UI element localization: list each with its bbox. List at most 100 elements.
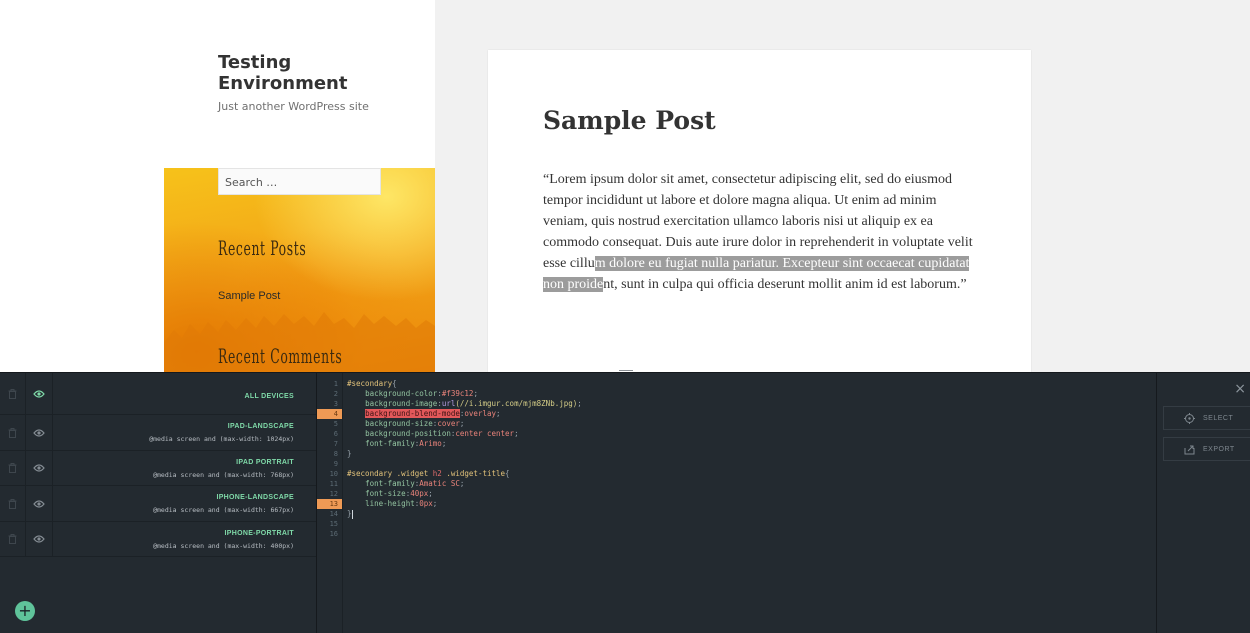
css-selector: #secondary [347, 379, 393, 388]
code-line[interactable] [347, 459, 582, 469]
add-device-button[interactable]: + [15, 601, 35, 621]
recent-posts-title: Recent Posts [218, 236, 307, 260]
semicolon: ; [473, 389, 478, 398]
line-number: 1 [333, 380, 338, 388]
css-value: center center [455, 429, 515, 438]
eye-icon[interactable] [26, 522, 53, 556]
device-row-ipad-landscape[interactable]: IPAD-LANDSCAPE @media screen and (max-wi… [0, 415, 316, 451]
eye-icon[interactable] [26, 373, 53, 414]
export-button-label: EXPORT [1203, 445, 1235, 453]
line-number: 12 [329, 490, 338, 498]
trash-icon[interactable] [0, 415, 26, 450]
trash-icon[interactable] [0, 373, 26, 414]
post-text-after: nt, sunt in culpa qui officia deserunt m… [603, 277, 967, 292]
css-value: 0px [419, 499, 433, 508]
semicolon: ; [496, 409, 501, 418]
device-name: IPHONE-PORTRAIT [224, 530, 294, 537]
site-title[interactable]: Testing Environment [218, 52, 418, 94]
code-lines[interactable]: #secondary{ background-color:#f39c12; ba… [347, 379, 582, 539]
css-value: url [441, 399, 456, 408]
post-body: “Lorem ipsum dolor sit amet, consectetur… [543, 169, 983, 295]
eye-icon[interactable] [26, 451, 53, 485]
recent-post-link[interactable]: Sample Post [218, 290, 280, 302]
code-line[interactable]: line-height:0px; [347, 499, 582, 509]
css-tag: h2 [432, 469, 442, 478]
device-row-all-devices[interactable]: ALL DEVICES [0, 373, 316, 415]
search-input[interactable]: Search … [218, 168, 381, 195]
post-card: Sample Post “Lorem ipsum dolor sit amet,… [488, 50, 1031, 372]
code-line[interactable] [347, 529, 582, 539]
css-value: cover [437, 419, 460, 428]
trash-icon[interactable] [0, 522, 26, 556]
css-property: line-height [365, 499, 415, 508]
semicolon: ; [459, 419, 465, 428]
app-root: Testing Environment Just another WordPre… [0, 0, 1250, 633]
line-number: 7 [333, 440, 338, 448]
trash-icon[interactable] [0, 451, 26, 485]
secondary-widget-area[interactable]: Search … Recent Posts Sample Post Recent… [164, 168, 435, 372]
css-value: 40px [410, 489, 429, 498]
css-property: font-family [365, 439, 415, 448]
line-number: 8 [333, 450, 338, 458]
code-line[interactable]: background-position:center center; [347, 429, 582, 439]
trash-icon[interactable] [0, 486, 26, 521]
line-number: 11 [329, 480, 338, 488]
code-line[interactable]: font-family:Amatic SC; [347, 479, 582, 489]
close-icon[interactable]: × [1234, 381, 1246, 397]
device-name: IPHONE-LANDSCAPE [216, 494, 294, 501]
site-preview: Testing Environment Just another WordPre… [0, 0, 1250, 372]
post-title[interactable]: Sample Post [543, 106, 716, 135]
semicolon: ; [514, 429, 519, 438]
export-icon [1184, 445, 1195, 454]
semicolon: ; [441, 439, 447, 448]
select-button-label: SELECT [1203, 414, 1234, 422]
device-name: IPAD PORTRAIT [236, 459, 294, 466]
line-number: 4 [317, 409, 342, 419]
code-line[interactable]: font-size:40px; [347, 489, 582, 499]
line-number: 10 [329, 470, 338, 478]
code-line[interactable]: } [347, 449, 582, 459]
css-editor-panel: ALL DEVICES IPAD-LANDSCAPE @media screen… [0, 370, 1250, 633]
device-media-query: @media screen and (max-width: 768px) [153, 471, 294, 479]
line-number: 15 [329, 520, 338, 528]
css-value: Amatic SC [419, 479, 460, 488]
code-line[interactable]: font-family:Arimo; [347, 439, 582, 449]
semicolon: ; [577, 399, 582, 408]
css-property: background-position [365, 429, 451, 438]
device-row-ipad-portrait[interactable]: IPAD PORTRAIT @media screen and (max-wid… [0, 451, 316, 486]
site-description: Just another WordPress site [218, 100, 369, 113]
code-editor[interactable]: 1 2 3 4 5 6 7 8 9 10 11 12 13 14 15 16 #secondary{ back… [316, 373, 1156, 633]
line-number: 2 [333, 390, 338, 398]
device-media-query: @media screen and (max-width: 1024px) [149, 435, 294, 443]
line-number: 16 [329, 530, 338, 538]
code-line[interactable]: background-color:#f39c12; [347, 389, 582, 399]
css-selector: #secondary .widget [347, 469, 429, 478]
crosshair-icon [1184, 412, 1195, 424]
code-line[interactable]: #secondary{ [347, 379, 582, 389]
brace: { [505, 469, 510, 478]
export-button[interactable]: EXPORT [1163, 437, 1250, 461]
device-media-query: @media screen and (max-width: 400px) [153, 542, 294, 550]
css-property: background-blend-mode [365, 409, 460, 418]
device-row-iphone-landscape[interactable]: IPHONE-LANDSCAPE @media screen and (max-… [0, 486, 316, 522]
eye-icon[interactable] [26, 415, 53, 450]
line-number: 3 [333, 400, 338, 408]
eye-icon[interactable] [26, 486, 53, 521]
code-line[interactable]: } [347, 509, 582, 519]
code-line[interactable]: background-image:url(//i.imgur.com/mjm8Z… [347, 399, 582, 409]
line-number: 5 [333, 420, 338, 428]
code-line[interactable]: background-blend-mode:overlay; [347, 409, 582, 419]
select-button[interactable]: SELECT [1163, 406, 1250, 430]
code-line[interactable]: #secondary .widget h2 .widget-title{ [347, 469, 582, 479]
device-name: ALL DEVICES [244, 393, 294, 400]
css-property: font-family [365, 479, 415, 488]
device-row-iphone-portrait[interactable]: IPHONE-PORTRAIT @media screen and (max-w… [0, 522, 316, 557]
code-line[interactable]: background-size:cover; [347, 419, 582, 429]
code-line[interactable] [347, 519, 582, 529]
